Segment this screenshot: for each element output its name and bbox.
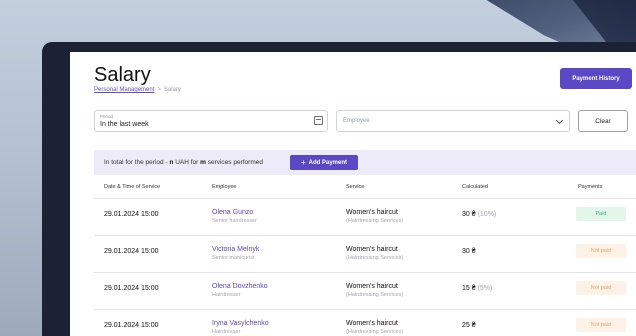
header-date[interactable]: Date & Time of Service — [104, 184, 160, 190]
employee-role: Hairdresser — [212, 329, 241, 335]
header-service[interactable]: Service — [346, 184, 364, 190]
employee-select[interactable]: Employee — [336, 110, 570, 132]
employee-role: Senior hairdresser — [212, 218, 257, 224]
page-title: Salary — [94, 64, 151, 86]
header-employee[interactable]: Employee — [212, 184, 236, 190]
table-row[interactable]: 29.01.2024 15:00 Victoria Melnyk Senior m… — [94, 236, 636, 273]
service-name: Women's haircut — [346, 246, 398, 253]
calculated-amount: 25 ₴ — [462, 322, 476, 329]
calculated-amount: 30 ₴ — [462, 248, 476, 255]
payment-history-button[interactable]: Payment History — [560, 68, 632, 89]
calendar-icon[interactable] — [314, 116, 323, 125]
period-label: Period — [100, 114, 114, 119]
add-payment-label: Add Payment — [308, 159, 347, 166]
breadcrumb: Personal Management > Salary — [94, 87, 181, 93]
row-date: 29.01.2024 15:00 — [104, 322, 159, 329]
employee-link[interactable]: Olena Gunzo — [212, 209, 257, 216]
employee-link[interactable]: Victoria Melnyk — [212, 246, 259, 253]
row-date: 29.01.2024 15:00 — [104, 248, 159, 255]
chevron-down-icon — [555, 116, 564, 125]
service-name: Women's haircut — [346, 209, 398, 216]
breadcrumb-personal-management[interactable]: Personal Management — [94, 87, 154, 93]
calculated-percent: (5%) — [477, 285, 493, 292]
payment-status-badge[interactable]: Not paid — [576, 318, 626, 332]
header-calculated[interactable]: Calculated — [462, 184, 488, 190]
employee-placeholder: Employee — [343, 118, 370, 124]
employee-link[interactable]: Iryna Vasylchenko — [212, 320, 269, 327]
period-value: In the last week — [100, 121, 149, 128]
row-date: 29.01.2024 15:00 — [104, 211, 159, 218]
breadcrumb-current: Salary — [163, 87, 181, 93]
calculated-amount: 15 ₴ (5%) — [462, 285, 493, 292]
table-row[interactable]: 29.01.2024 15:00 Olena Dovzhenko Hairdres… — [94, 273, 636, 310]
payment-status-badge[interactable]: Not paid — [576, 244, 626, 258]
employee-role: Hairdresser — [212, 292, 241, 298]
row-date: 29.01.2024 15:00 — [104, 285, 159, 292]
service-category: (Hairdressing Services) — [346, 292, 404, 298]
payment-status-badge[interactable]: Not paid — [576, 281, 626, 295]
table-row[interactable]: 29.01.2024 15:00 Iryna Vasylchenko Hairdr… — [94, 310, 636, 336]
clear-button[interactable]: Clear — [578, 110, 628, 132]
employee-link[interactable]: Olena Dovzhenko — [212, 283, 268, 290]
service-name: Women's haircut — [346, 283, 398, 290]
add-payment-button[interactable]: + Add Payment — [290, 155, 358, 170]
summary-text: In total for the period - n UAH for m se… — [104, 159, 263, 166]
header-payments[interactable]: Payments — [578, 184, 602, 190]
period-select[interactable]: Period In the last week — [94, 110, 328, 132]
service-category: (Hairdressing Services) — [346, 255, 404, 261]
table-row[interactable]: 29.01.2024 15:00 Olena Gunzo Senior haird… — [94, 199, 636, 236]
calculated-percent: (10%) — [477, 211, 497, 218]
service-category: (Hairdressing Services) — [346, 329, 404, 335]
service-category: (Hairdressing Services) — [346, 218, 404, 224]
app-screen: Salary Personal Management > Salary Paymen… — [70, 52, 636, 336]
summary-bar: In total for the period - n UAH for m se… — [94, 150, 636, 175]
payment-status-badge[interactable]: Paid — [576, 207, 626, 221]
breadcrumb-separator: > — [157, 87, 161, 93]
employee-role: Senior manicurist — [212, 255, 255, 261]
table-header: Date & Time of Service Employee Service … — [94, 175, 636, 199]
calculated-amount: 30 ₴ (10%) — [462, 211, 497, 218]
service-name: Women's haircut — [346, 320, 398, 327]
plus-icon: + — [300, 158, 306, 167]
